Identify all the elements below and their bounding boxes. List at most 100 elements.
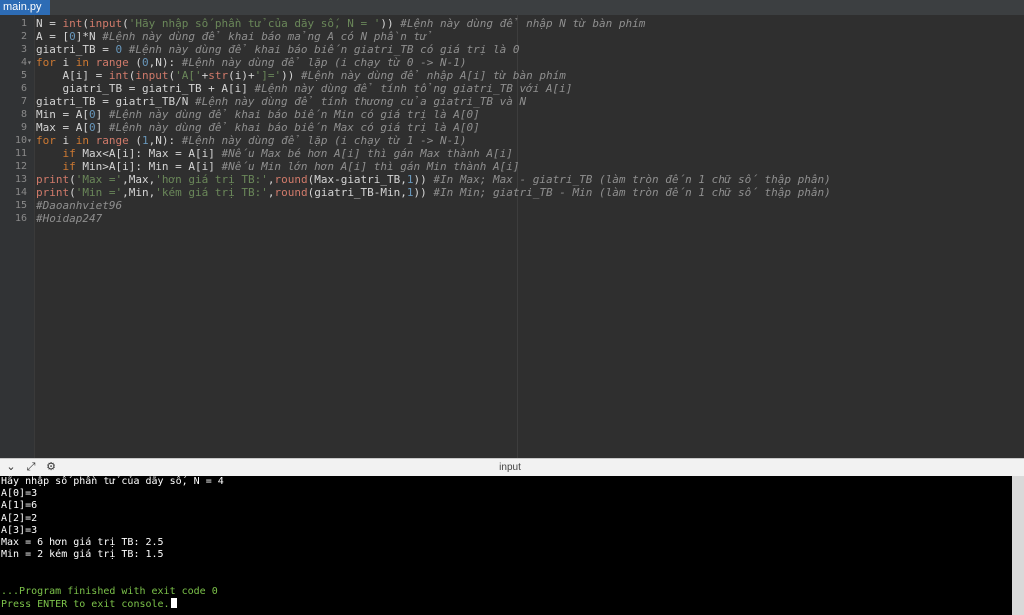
code-token: str — [208, 69, 229, 82]
code-token: #Hoidap247 — [36, 212, 103, 225]
code-line[interactable]: 11 if Max<A[i]: Max = A[i] #Nếu Max bé h… — [0, 147, 1024, 160]
code-editor[interactable]: 1N = int(input('Hãy nhập số phần tử của … — [0, 15, 1024, 458]
line-number: 10 — [14, 135, 27, 146]
code-token: (i)+ — [228, 69, 255, 82]
code-token: )) — [380, 17, 394, 30]
code-text: Min = A[0] #Lệnh này dùng để khai báo bi… — [36, 108, 480, 121]
code-line[interactable]: 7 giatri_TB = giatri_TB/N #Lệnh này dùng … — [0, 95, 1024, 108]
code-text: for i in range (1,N): #Lệnh này dùng để … — [36, 134, 467, 147]
code-token: #Lệnh này dùng để nhập N từ bàn phím — [393, 17, 646, 30]
code-token: 'Hãy nhập số phần tử của dãy số, N = ' — [128, 17, 381, 30]
code-line[interactable]: 15 #Daoanhviet96 — [0, 199, 1024, 212]
code-token: 0 — [142, 56, 149, 69]
console-scrollbar[interactable] — [1012, 476, 1024, 615]
code-line[interactable]: 13 print('Max =',Max,'hơn giá trị TB:',ro… — [0, 173, 1024, 186]
code-token: i — [55, 134, 76, 147]
code-token: giatri_TB = giatri_TB/N — [36, 95, 189, 108]
code-token: i — [55, 56, 76, 69]
code-token: ( — [128, 134, 142, 147]
code-token: range — [95, 56, 129, 69]
line-number: 1 — [20, 18, 27, 29]
code-token: input — [135, 69, 169, 82]
code-token: ( — [122, 17, 129, 30]
line-number: 5 — [20, 70, 27, 81]
code-text: giatri_TB = giatri_TB + A[i] #Lệnh này d… — [36, 82, 572, 95]
tab-main-py[interactable]: main.py — [0, 0, 50, 15]
code-token: in — [75, 134, 89, 147]
code-token: A[i] = — [36, 69, 109, 82]
code-text: giatri_TB = giatri_TB/N #Lệnh này dùng đ… — [36, 95, 526, 108]
code-line[interactable]: 4 ▾ for i in range (0,N): #Lệnh này dùng đ… — [0, 56, 1024, 69]
code-line[interactable]: 9 Max = A[0] #Lệnh này dùng để khai báo b… — [0, 121, 1024, 134]
console-header: ⌄ ⤢ ⚙ input — [0, 458, 1024, 477]
code-token: #Nếu Min lớn hơn A[i] thì gán Min thành … — [214, 160, 520, 173]
code-text: giatri_TB = 0 #Lệnh này dùng để khai báo… — [36, 43, 519, 56]
console-text: Hãy nhập số phần tử của dãy số, N = 4 — [1, 476, 224, 487]
code-token: )) — [281, 69, 295, 82]
code-line[interactable]: 12 if Min>A[i]: Min = A[i] #Nếu Min lớn … — [0, 160, 1024, 173]
console-text: A[3]=3 — [1, 524, 38, 536]
console-text: Max = 6 hơn giá trị TB: 2.5 — [1, 536, 164, 548]
chevron-down-icon[interactable]: ⌄ — [4, 460, 18, 474]
line-number: 6 — [20, 83, 27, 94]
code-token: 'hơn giá trị TB:' — [155, 173, 268, 186]
code-token: 'Max =' — [75, 173, 123, 186]
console-line: ...Program finished with exit code 0 — [0, 586, 1012, 598]
code-line[interactable]: 14 print('Min =',Min,'kém giá trị TB:',ro… — [0, 186, 1024, 199]
code-token: if — [62, 160, 76, 173]
code-text: #Hoidap247 — [36, 212, 102, 225]
code-token: giatri_TB = giatri_TB + A[i] — [36, 82, 248, 95]
code-line[interactable]: 6 giatri_TB = giatri_TB + A[i] #Lệnh này… — [0, 82, 1024, 95]
line-number: 14 — [14, 187, 27, 198]
code-text: Max = A[0] #Lệnh này dùng để khai báo bi… — [36, 121, 480, 134]
code-token: #Lệnh này dùng để khai báo biến giatri_T… — [122, 43, 520, 56]
fold-icon[interactable]: ▾ — [27, 134, 32, 147]
code-text: A[i] = int(input('A['+str(i)+']=')) #Lện… — [36, 69, 565, 82]
code-token: in — [75, 56, 89, 69]
code-token: int — [108, 69, 129, 82]
console-text: Min = 2 kém giá trị TB: 1.5 — [1, 549, 164, 561]
code-token: #Lệnh này dùng để lặp (i chạy từ 0 -> N-… — [175, 56, 467, 69]
console-text: ...Program finished with exit code 0 — [1, 585, 218, 597]
code-token: print — [36, 186, 70, 199]
code-token: for — [36, 134, 56, 147]
code-text: if Min>A[i]: Min = A[i] #Nếu Min lớn hơn… — [36, 160, 520, 173]
line-number: 11 — [14, 148, 27, 159]
console-text: A[2]=2 — [1, 512, 38, 524]
code-token: N = — [36, 17, 63, 30]
code-line[interactable]: 2 A = [0]*N #Lệnh này dùng để khai báo mả… — [0, 30, 1024, 43]
console-text: Press ENTER to exit console. — [1, 598, 170, 610]
code-text: print('Max =',Max,'hơn giá trị TB:',roun… — [36, 173, 831, 186]
code-token: Max = A[ — [36, 121, 89, 134]
code-line[interactable]: 5 A[i] = int(input('A['+str(i)+']=')) #L… — [0, 69, 1024, 82]
code-line[interactable]: 3 giatri_TB = 0 #Lệnh này dùng để khai bá… — [0, 43, 1024, 56]
code-token: 1 — [406, 186, 414, 199]
code-line[interactable]: 10 ▾ for i in range (1,N): #Lệnh này dùng … — [0, 134, 1024, 147]
expand-icon[interactable]: ⤢ — [24, 460, 38, 474]
code-token: #Lệnh này dùng để khai báo biến Min có g… — [102, 108, 480, 121]
code-line[interactable]: 8 Min = A[0] #Lệnh này dùng để khai báo b… — [0, 108, 1024, 121]
code-token: range — [95, 134, 129, 147]
code-token: #In Min; giatri_TB - Min (làm tròn đến 1… — [426, 186, 831, 199]
code-token: round — [274, 186, 308, 199]
fold-icon[interactable]: ▾ — [27, 56, 32, 69]
settings-icon[interactable]: ⚙ — [44, 460, 58, 474]
code-token: #Lệnh này dùng để lặp (i chạy từ 1 -> N-… — [175, 134, 467, 147]
line-number: 12 — [14, 161, 27, 172]
console-text: A[1]=6 — [1, 500, 38, 512]
code-line[interactable]: 1N = int(input('Hãy nhập số phần tử của … — [0, 17, 1024, 30]
code-line[interactable]: 16 #Hoidap247 — [0, 212, 1024, 225]
code-text: for i in range (0,N): #Lệnh này dùng để … — [36, 56, 467, 69]
code-token: 0 — [69, 30, 76, 43]
console-output[interactable]: Hãy nhập số phần tử của dãy số, N = 4 A[0… — [0, 476, 1012, 615]
code-token: ,N): — [148, 56, 176, 69]
console-line: Hãy nhập số phần tử của dãy số, N = 4 — [0, 476, 1012, 488]
console-line: A[1]=6 — [0, 500, 1012, 512]
code-token: int — [62, 17, 83, 30]
